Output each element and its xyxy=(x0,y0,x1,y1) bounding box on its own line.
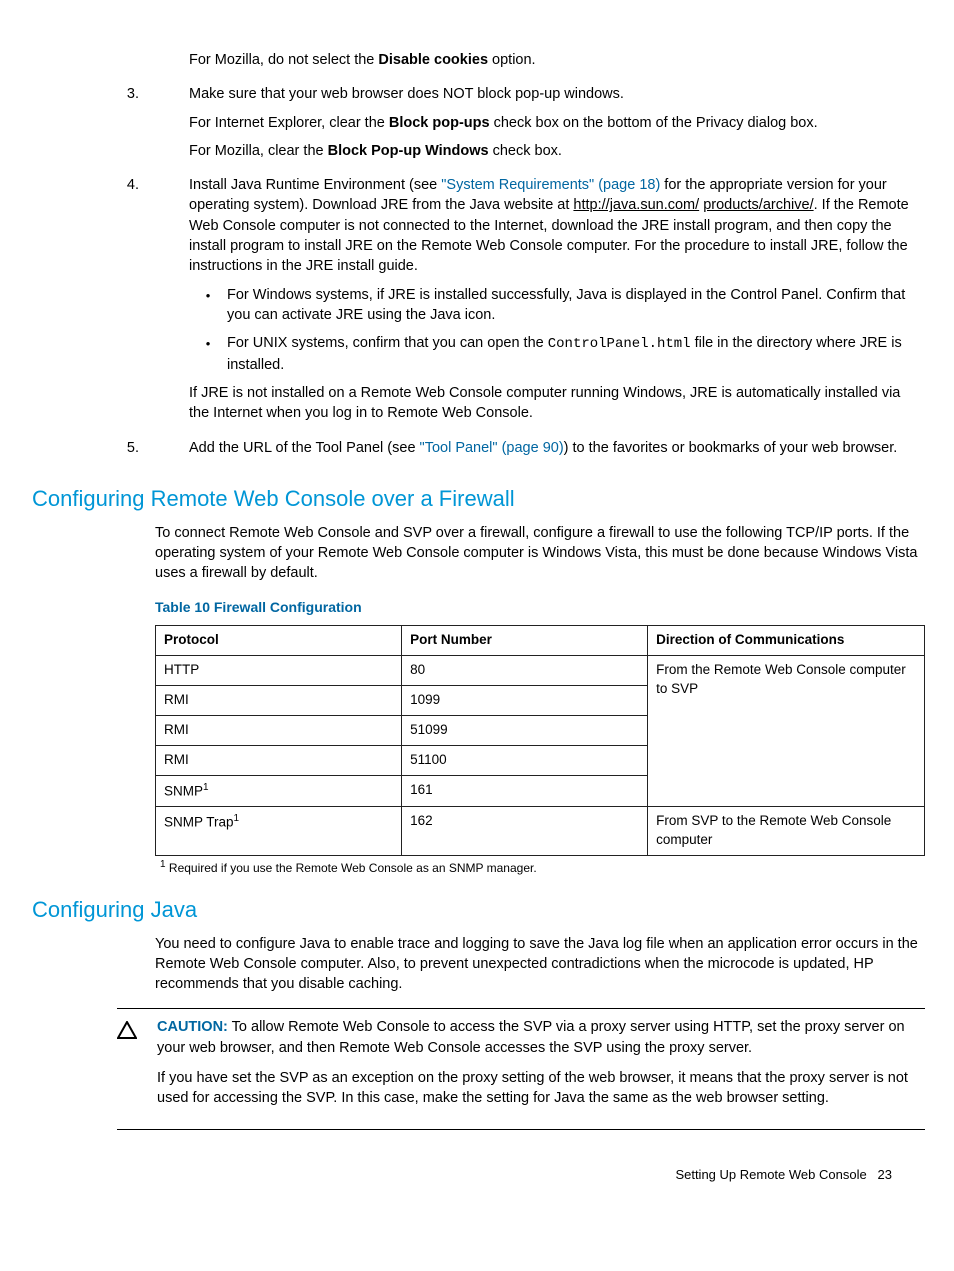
cell-port: 1099 xyxy=(402,686,648,716)
page-footer: Setting Up Remote Web Console 23 xyxy=(32,1166,922,1184)
list-number: 5. xyxy=(123,438,153,458)
body-text: For Windows systems, if JRE is installed… xyxy=(227,285,922,326)
table-caption: Table 10 Firewall Configuration xyxy=(155,598,922,618)
cell-direction: From SVP to the Remote Web Console compu… xyxy=(648,807,925,856)
body-text: To connect Remote Web Console and SVP ov… xyxy=(155,523,922,584)
body-text: For Mozilla, clear the Block Pop-up Wind… xyxy=(189,141,922,161)
col-protocol: Protocol xyxy=(156,626,402,656)
body-text: For UNIX systems, confirm that you can o… xyxy=(227,333,922,375)
table-header-row: Protocol Port Number Direction of Commun… xyxy=(156,626,925,656)
list-number: 4. xyxy=(123,175,153,195)
body-text: Install Java Runtime Environment (see "S… xyxy=(189,175,922,276)
body-text: Add the URL of the Tool Panel (see "Tool… xyxy=(189,438,922,458)
footer-title: Setting Up Remote Web Console xyxy=(675,1167,866,1182)
cell-protocol: SNMP1 xyxy=(156,775,402,806)
body-text: For Mozilla, do not select the Disable c… xyxy=(189,50,922,70)
body-text: Make sure that your web browser does NOT… xyxy=(189,84,922,104)
list-item-4: 4. Install Java Runtime Environment (see… xyxy=(187,175,922,432)
bullet-item: • For Windows systems, if JRE is install… xyxy=(189,285,922,326)
body-text: You need to configure Java to enable tra… xyxy=(155,934,922,995)
cell-port: 161 xyxy=(402,775,648,806)
section-heading-firewall: Configuring Remote Web Console over a Fi… xyxy=(32,484,922,515)
cell-protocol: RMI xyxy=(156,686,402,716)
cell-port: 162 xyxy=(402,807,648,856)
list-item-2-continued: For Mozilla, do not select the Disable c… xyxy=(187,50,922,78)
cell-protocol: SNMP Trap1 xyxy=(156,807,402,856)
caution-block: CAUTION: To allow Remote Web Console to … xyxy=(117,1008,925,1129)
numbered-list: For Mozilla, do not select the Disable c… xyxy=(187,50,922,466)
cell-port: 51099 xyxy=(402,716,648,746)
cell-port: 80 xyxy=(402,656,648,686)
bullet-icon: • xyxy=(189,285,227,326)
list-item-5: 5. Add the URL of the Tool Panel (see "T… xyxy=(187,438,922,466)
cell-port: 51100 xyxy=(402,745,648,775)
caution-icon xyxy=(117,1017,157,1118)
body-text: For Internet Explorer, clear the Block p… xyxy=(189,113,922,133)
table-row: HTTP 80 From the Remote Web Console comp… xyxy=(156,656,925,686)
firewall-table: Protocol Port Number Direction of Commun… xyxy=(155,625,925,856)
table-row: SNMP Trap1 162 From SVP to the Remote We… xyxy=(156,807,925,856)
external-link[interactable]: http://java.sun.com/ xyxy=(573,197,699,213)
bullet-list: • For Windows systems, if JRE is install… xyxy=(189,285,922,375)
col-direction: Direction of Communications xyxy=(648,626,925,656)
section-heading-java: Configuring Java xyxy=(32,895,922,926)
cell-protocol: RMI xyxy=(156,745,402,775)
list-item-3: 3. Make sure that your web browser does … xyxy=(187,84,922,169)
table-footnote: 1 Required if you use the Remote Web Con… xyxy=(160,858,922,877)
cell-protocol: HTTP xyxy=(156,656,402,686)
cell-protocol: RMI xyxy=(156,716,402,746)
body-text: If JRE is not installed on a Remote Web … xyxy=(189,383,922,424)
xref-link[interactable]: "System Requirements" (page 18) xyxy=(441,177,660,193)
caution-text: CAUTION: To allow Remote Web Console to … xyxy=(157,1017,925,1058)
list-number: 3. xyxy=(123,84,153,104)
bullet-item: • For UNIX systems, confirm that you can… xyxy=(189,333,922,375)
caution-label: CAUTION: xyxy=(157,1019,228,1035)
external-link[interactable]: products/archive/ xyxy=(703,197,813,213)
xref-link[interactable]: "Tool Panel" (page 90) xyxy=(420,440,564,456)
cell-direction: From the Remote Web Console computer to … xyxy=(648,656,925,807)
caution-text: If you have set the SVP as an exception … xyxy=(157,1068,925,1109)
page-number: 23 xyxy=(878,1167,892,1182)
bullet-icon: • xyxy=(189,333,227,375)
col-port: Port Number xyxy=(402,626,648,656)
